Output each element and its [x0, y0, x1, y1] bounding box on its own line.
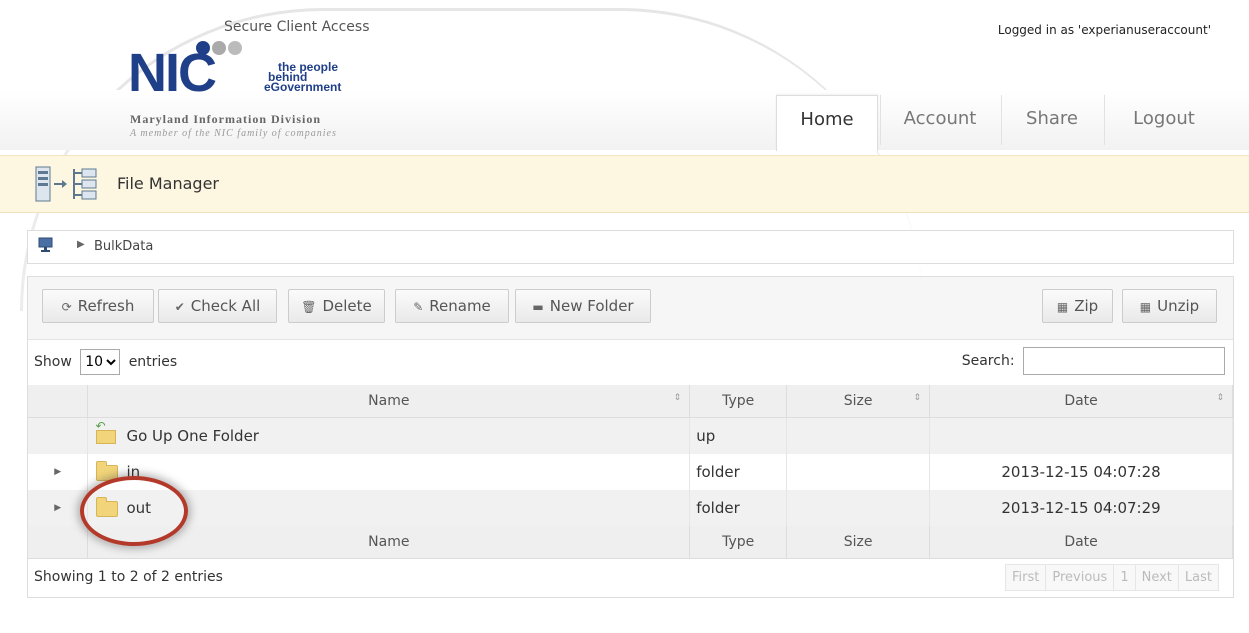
name-cell[interactable]: in — [87, 454, 691, 490]
go-up-folder-icon — [95, 419, 117, 444]
tab-share[interactable]: Share — [1001, 95, 1102, 145]
show-label: Show — [34, 354, 72, 370]
expander-column-footer — [28, 526, 89, 559]
file-list-panel: ⟳ Refresh ✔ Check All 🗑 Delete ✎ Rename ▬ New… — [27, 276, 1234, 598]
first-page-button[interactable]: First — [1006, 565, 1047, 590]
highlight-annotation-circle — [80, 476, 188, 546]
date-cell: 2013-12-15 04:07:29 — [929, 490, 1233, 526]
entries-length-control: Show 10 entries — [34, 349, 177, 375]
last-page-button[interactable]: Last — [1179, 565, 1218, 590]
breadcrumb-item-bulkdata[interactable]: BulkData — [94, 239, 153, 254]
table-row[interactable]: Go Up One Folder up — [28, 417, 1233, 454]
page-1-button[interactable]: 1 — [1114, 565, 1136, 590]
file-manager-bar: File Manager — [0, 155, 1249, 213]
type-column-header[interactable]: Type — [689, 385, 788, 418]
size-column-header[interactable]: Size ⇕ — [786, 385, 931, 418]
toolbar: ⟳ Refresh ✔ Check All 🗑 Delete ✎ Rename ▬ New… — [28, 277, 1233, 340]
logo-tagline: the people behind eGovernment — [264, 60, 342, 94]
size-cell — [786, 417, 931, 454]
check-icon: ✔ — [174, 300, 185, 314]
zip-icon: ▦ — [1056, 300, 1069, 314]
logo-wordmark: NIC — [128, 43, 217, 103]
file-manager-icon — [34, 165, 102, 209]
type-column-footer: Type — [689, 526, 788, 559]
size-column-footer: Size — [786, 526, 931, 559]
unzip-icon: ▦ — [1139, 300, 1152, 314]
zip-button[interactable]: ▦ Zip — [1042, 289, 1113, 323]
main-nav-tabs: Home Account Share Logout — [776, 95, 1225, 151]
search-label: Search: — [961, 353, 1015, 369]
table-info: Showing 1 to 2 of 2 entries — [34, 569, 223, 585]
pagination: First Previous 1 Next Last — [1005, 564, 1219, 591]
date-column-header[interactable]: Date ⇕ — [929, 385, 1233, 418]
rename-icon: ✎ — [413, 300, 424, 314]
file-manager-title: File Manager — [117, 174, 219, 193]
previous-page-button[interactable]: Previous — [1046, 565, 1115, 590]
new-folder-icon: ▬ — [532, 300, 544, 314]
type-cell: folder — [689, 454, 788, 490]
refresh-icon: ⟳ — [61, 300, 72, 314]
entries-select[interactable]: 10 — [80, 349, 121, 375]
logo-member-text: A member of the NIC family of companies — [130, 128, 337, 139]
table-row[interactable]: ▶ in folder 2013-12-15 04:07:28 — [28, 454, 1233, 490]
expand-arrow-icon[interactable]: ▶ — [28, 454, 89, 490]
breadcrumb-separator-icon: ▶ — [77, 239, 85, 250]
logo-division: Maryland Information Division — [130, 112, 322, 126]
trash-icon: 🗑 — [301, 300, 317, 314]
next-page-button[interactable]: Next — [1136, 565, 1179, 590]
refresh-button[interactable]: ⟳ Refresh — [42, 289, 154, 323]
tab-logout[interactable]: Logout — [1104, 95, 1223, 145]
date-cell — [929, 417, 1233, 454]
date-cell: 2013-12-15 04:07:28 — [929, 454, 1233, 490]
search-input[interactable] — [1023, 347, 1225, 375]
tab-home[interactable]: Home — [776, 95, 878, 151]
name-cell[interactable]: Go Up One Folder — [87, 417, 691, 454]
row-expander — [28, 417, 89, 454]
computer-icon[interactable] — [38, 237, 54, 257]
expander-column-header — [28, 385, 89, 418]
table-row[interactable]: ▶ out folder 2013-12-15 04:07:29 — [28, 490, 1233, 526]
expand-arrow-icon[interactable]: ▶ — [28, 490, 89, 526]
unzip-button[interactable]: ▦ Unzip — [1122, 289, 1217, 323]
rename-button[interactable]: ✎ Rename — [395, 289, 509, 323]
sort-icon: ⇕ — [913, 393, 922, 403]
table-footer-row: Name Type Size Date — [28, 526, 1233, 559]
size-cell — [786, 490, 931, 526]
search-control: Search: — [962, 347, 1225, 375]
type-cell: up — [689, 417, 788, 454]
secure-access-title: Secure Client Access — [224, 19, 370, 35]
table-header-row: Name ⇕ Type Size ⇕ Date ⇕ — [28, 385, 1233, 418]
type-cell: folder — [689, 490, 788, 526]
delete-button[interactable]: 🗑 Delete — [288, 289, 385, 323]
tab-account[interactable]: Account — [880, 95, 999, 145]
sort-icon: ⇕ — [673, 393, 682, 403]
sort-icon: ⇕ — [1216, 393, 1224, 403]
name-column-header[interactable]: Name ⇕ — [87, 385, 691, 418]
entries-label: entries — [128, 354, 178, 370]
nic-logo: NIC the people behind eGovernment Maryla… — [128, 40, 458, 145]
new-folder-button[interactable]: ▬ New Folder — [515, 289, 651, 323]
logged-in-status: Logged in as 'experianuseraccount' — [997, 23, 1211, 37]
check-all-button[interactable]: ✔ Check All — [158, 289, 277, 323]
header: Secure Client Access NIC the people behi… — [0, 0, 1249, 311]
size-cell — [786, 454, 931, 490]
breadcrumb: ▶ BulkData — [27, 230, 1234, 264]
file-table: Name⇕ Type Size⇕ Date⇕ Go Up One Folder … — [28, 385, 1233, 559]
date-column-footer: Date — [929, 526, 1233, 559]
